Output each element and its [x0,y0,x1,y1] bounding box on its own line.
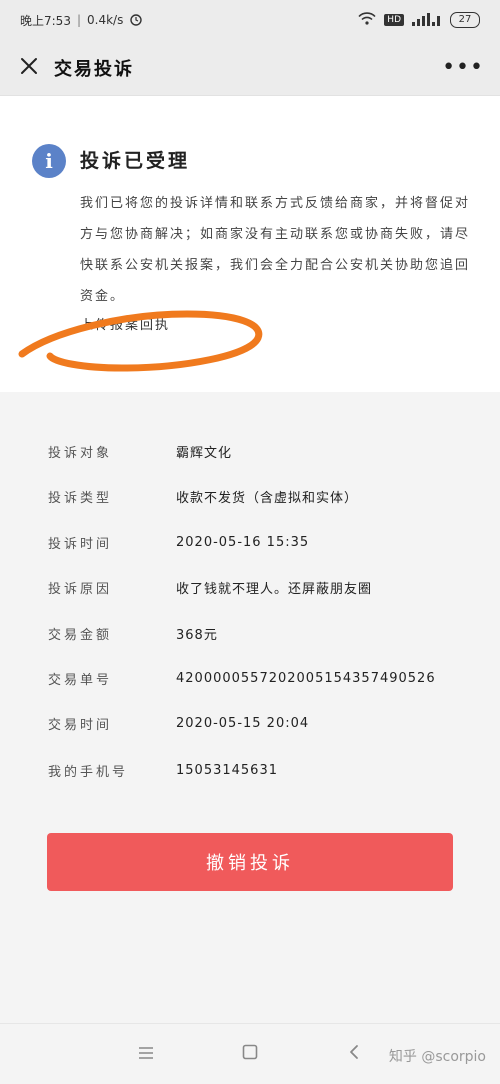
detail-value: 4200000557202005154357490526 [176,671,436,686]
home-key[interactable] [238,1042,262,1066]
battery-indicator: 27 [450,12,480,28]
detail-label: 交易金额 [48,628,113,643]
watermark: 知乎 @scorpio [388,1049,486,1065]
notice-body: 我们已将您的投诉详情和联系方式反馈给商家，并将督促对方与您协商解决；如商家没有主… [80,196,471,304]
cancel-complaint-button[interactable]: 撤销投诉 [47,833,453,891]
page-title: 交易投诉 [54,58,134,80]
wifi-icon [358,12,376,28]
detail-row: 交易金额 368元 [0,611,500,656]
status-bar: 晚上7:53 | 0.4k/s HD 27 [0,0,500,40]
detail-row: 交易单号 4200000557202005154357490526 [0,656,500,701]
system-nav-bar: 知乎 @scorpio [0,1023,500,1084]
menu-key[interactable] [134,1042,158,1066]
status-left: 晚上7:53 | 0.4k/s [20,12,143,29]
detail-label: 交易时间 [48,718,113,733]
detail-value: 368元 [176,628,218,643]
detail-value: 收了钱就不理人。还屏蔽朋友圈 [176,582,373,597]
close-button[interactable] [16,55,42,81]
detail-label: 投诉类型 [48,491,113,506]
signal-icon [412,12,442,29]
menu-icon [138,1045,154,1064]
detail-label: 投诉对象 [48,446,113,461]
detail-label: 交易单号 [48,673,113,688]
detail-row: 交易时间 2020-05-15 20:04 [0,701,500,746]
more-icon: ••• [442,55,484,80]
detail-row: 投诉时间 2020-05-16 15:35 [0,520,500,565]
complaint-notice: i 投诉已受理 我们已将您的投诉详情和联系方式反馈给商家，并将督促对方与您协商解… [0,96,500,392]
upload-receipt-link[interactable]: 上传报案回执 [80,314,170,333]
detail-value: 2020-05-16 15:35 [176,535,310,550]
detail-row: 投诉对象 霸辉文化 [0,429,500,474]
hd-badge: HD [384,14,404,26]
alarm-icon [129,12,143,29]
detail-value: 15053145631 [176,763,278,778]
close-icon [19,56,39,80]
detail-label: 我的手机号 [48,765,129,780]
status-speed: 0.4k/s [87,13,124,27]
home-square-icon [242,1044,258,1064]
back-key[interactable] [342,1042,366,1066]
back-chevron-icon [348,1044,360,1064]
detail-value: 收款不发货（含虚拟和实体） [176,491,359,506]
detail-value: 霸辉文化 [176,446,233,461]
nav-bar: 交易投诉 ••• [0,40,500,96]
detail-label: 投诉时间 [48,537,113,552]
status-time: 晚上7:53 [20,13,71,28]
detail-value: 2020-05-15 20:04 [176,716,310,731]
status-right: HD 27 [358,12,480,29]
detail-row: 我的手机号 15053145631 [0,748,500,793]
detail-row: 投诉原因 收了钱就不理人。还屏蔽朋友圈 [0,565,500,610]
info-icon: i [32,144,66,178]
notice-title: 投诉已受理 [80,150,191,172]
detail-row: 投诉类型 收款不发货（含虚拟和实体） [0,474,500,519]
more-button[interactable]: ••• [442,55,484,80]
status-separator: | [76,13,81,27]
detail-label: 投诉原因 [48,582,113,597]
